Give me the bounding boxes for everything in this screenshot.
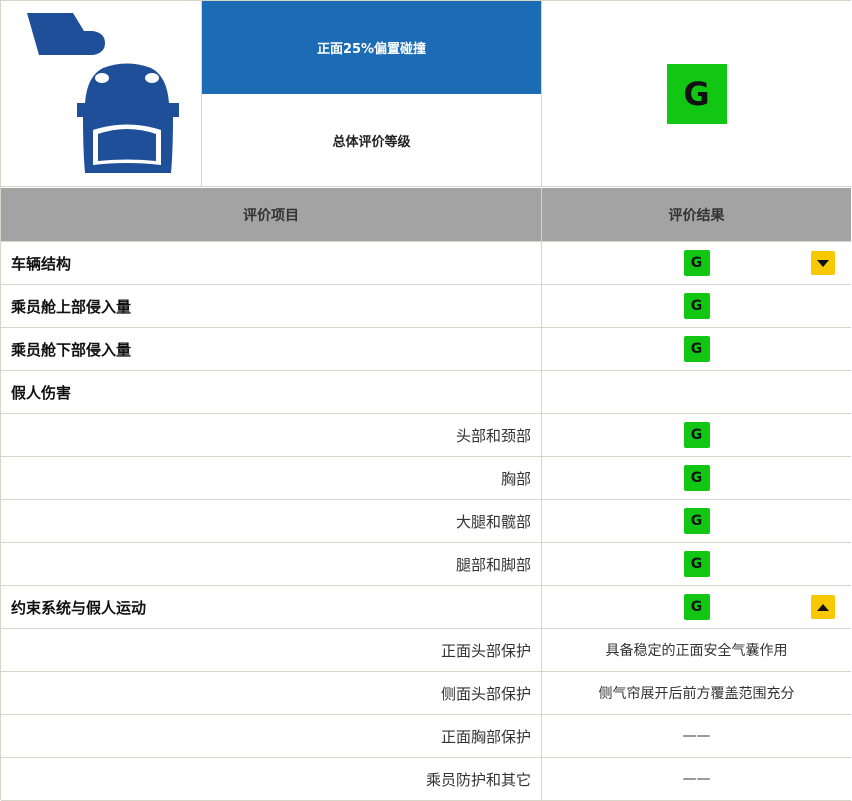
row-label: 假人伤害 (11, 383, 72, 402)
row-result: G (541, 457, 851, 499)
overall-rating-cell: G (541, 1, 851, 187)
table-row: 乘员防护和其它 —— (1, 758, 851, 801)
row-result: G (541, 500, 851, 542)
row-label: 大腿和髋部 (455, 512, 531, 531)
rating-badge: G (683, 508, 710, 534)
row-label: 胸部 (500, 469, 531, 488)
row-label: 侧面头部保护 (440, 684, 531, 703)
row-label: 正面胸部保护 (440, 727, 531, 746)
rating-badge: G (683, 250, 710, 276)
column-header-result: 评价结果 (541, 188, 851, 242)
logo-cell (1, 1, 202, 187)
row-result-empty (541, 371, 851, 413)
row-label: 乘员防护和其它 (425, 770, 531, 789)
row-result-text: —— (541, 715, 851, 757)
test-title: 正面25%偏置碰撞 (202, 1, 541, 94)
table-row: 大腿和髋部 G (1, 500, 851, 543)
row-label: 约束系统与假人运动 (11, 598, 147, 617)
table-row: 车辆结构 G (1, 242, 851, 285)
row-result-text: —— (541, 758, 851, 800)
row-result: G (541, 543, 851, 585)
rating-rows: 车辆结构 G 乘员舱上部侵入量 G 乘员舱下部侵入量 G 假人伤害 头部和颈部 … (1, 242, 851, 801)
row-label: 正面头部保护 (440, 641, 531, 660)
table-row: 胸部 G (1, 457, 851, 500)
column-header-item: 评价项目 (1, 188, 541, 242)
table-row: 侧面头部保护 侧气帘展开后前方覆盖范围充分 (1, 672, 851, 715)
row-label: 腿部和脚部 (455, 555, 531, 574)
rating-badge: G (683, 336, 710, 362)
table-row: 乘员舱下部侵入量 G (1, 328, 851, 371)
car-front-offset-crash-icon (27, 13, 179, 173)
row-result: G (541, 285, 851, 327)
row-result-text: 具备稳定的正面安全气囊作用 (541, 629, 851, 671)
row-label: 头部和颈部 (455, 426, 531, 445)
table-row: 正面胸部保护 —— (1, 715, 851, 758)
overall-rating-badge: G (666, 63, 727, 124)
crash-rating-table: 正面25%偏置碰撞 总体评价等级 G 评价项目 评价结果 车辆结构 G 乘员舱上… (0, 0, 851, 801)
row-result: G (541, 414, 851, 456)
row-result: G (541, 328, 851, 370)
row-label: 车辆结构 (11, 254, 72, 273)
row-result: G (541, 586, 851, 628)
row-label: 乘员舱下部侵入量 (11, 340, 132, 359)
table-row: 约束系统与假人运动 G (1, 586, 851, 629)
table-row: 假人伤害 (1, 371, 851, 414)
row-result-text: 侧气帘展开后前方覆盖范围充分 (541, 672, 851, 714)
table-row: 腿部和脚部 G (1, 543, 851, 586)
table-header-block: 正面25%偏置碰撞 总体评价等级 G (1, 1, 851, 188)
table-row: 乘员舱上部侵入量 G (1, 285, 851, 328)
row-result: G (541, 242, 851, 284)
table-row: 头部和颈部 G (1, 414, 851, 457)
rating-badge: G (683, 293, 710, 319)
table-row: 正面头部保护 具备稳定的正面安全气囊作用 (1, 629, 851, 672)
overall-rating-label: 总体评价等级 (202, 94, 541, 187)
rating-badge: G (683, 594, 710, 620)
row-label: 乘员舱上部侵入量 (11, 297, 132, 316)
rating-badge: G (683, 551, 710, 577)
rating-badge: G (683, 465, 710, 491)
rating-badge: G (683, 422, 710, 448)
